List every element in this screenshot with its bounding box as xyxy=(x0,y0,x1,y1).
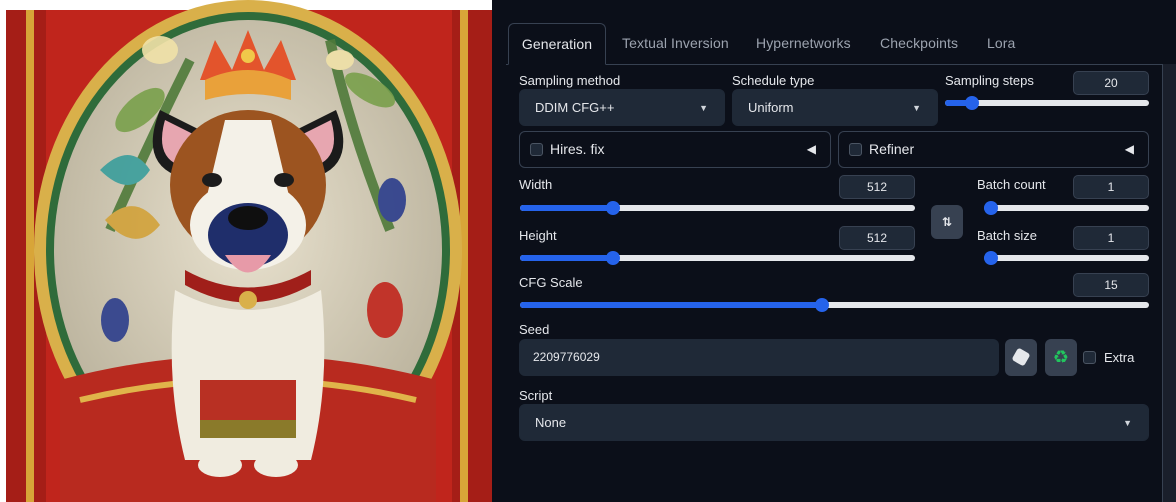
swap-vertical-icon: ⇅ xyxy=(941,215,953,229)
batch-size-label: Batch size xyxy=(977,228,1037,243)
extra-label: Extra xyxy=(1104,350,1135,365)
bulldog-embroidery-image xyxy=(6,0,492,502)
hires-fix-accordion[interactable]: Hires. fix ◀ xyxy=(519,131,831,168)
batch-count-input[interactable]: 1 xyxy=(1073,175,1149,199)
slider-fill xyxy=(520,205,613,211)
hires-fix-checkbox[interactable] xyxy=(530,143,543,156)
sampling-method-label: Sampling method xyxy=(519,73,621,88)
script-label: Script xyxy=(519,388,553,403)
slider-thumb[interactable] xyxy=(965,96,979,110)
schedule-type-value: Uniform xyxy=(748,100,794,115)
recycle-icon: ♻ xyxy=(1052,347,1070,367)
reuse-seed-button[interactable]: ♻ xyxy=(1045,339,1077,376)
cfg-scale-label: CFG Scale xyxy=(519,275,583,290)
schedule-type-select[interactable]: Uniform ▼ xyxy=(732,89,938,126)
height-input[interactable]: 512 xyxy=(839,226,915,250)
dice-icon xyxy=(1011,347,1031,367)
slider-thumb[interactable] xyxy=(815,298,829,312)
sampling-method-select[interactable]: DDIM CFG++ ▼ xyxy=(519,89,725,126)
height-slider[interactable] xyxy=(520,250,915,266)
width-slider[interactable] xyxy=(520,200,915,216)
chevron-down-icon: ▼ xyxy=(912,103,921,113)
swap-dimensions-button[interactable]: ⇅ xyxy=(931,205,963,239)
slider-thumb[interactable] xyxy=(606,251,620,265)
schedule-type-label: Schedule type xyxy=(732,73,815,88)
tab-generation[interactable]: Generation xyxy=(508,23,606,65)
random-seed-button[interactable] xyxy=(1005,339,1037,376)
script-select[interactable]: None ▼ xyxy=(519,404,1149,441)
slider-thumb[interactable] xyxy=(984,201,998,215)
batch-count-slider[interactable] xyxy=(984,200,1149,216)
tab-checkpoints[interactable]: Checkpoints xyxy=(880,35,958,51)
extra-checkbox[interactable] xyxy=(1083,351,1096,364)
slider-thumb[interactable] xyxy=(606,201,620,215)
batch-size-input[interactable]: 1 xyxy=(1073,226,1149,250)
slider-fill xyxy=(520,302,822,308)
refiner-label: Refiner xyxy=(869,141,915,157)
width-label: Width xyxy=(519,177,553,192)
collapse-triangle-icon: ◀ xyxy=(1124,142,1134,156)
batch-count-label: Batch count xyxy=(977,177,1046,192)
width-input[interactable]: 512 xyxy=(839,175,915,199)
seed-label: Seed xyxy=(519,322,550,337)
slider-track xyxy=(984,205,1149,211)
sampling-steps-input[interactable]: 20 xyxy=(1073,71,1149,95)
height-label: Height xyxy=(519,228,557,243)
chevron-down-icon: ▼ xyxy=(1123,418,1132,428)
scrollbar-track[interactable] xyxy=(1162,64,1176,502)
script-value: None xyxy=(535,415,567,430)
batch-size-slider[interactable] xyxy=(984,250,1149,266)
chevron-down-icon: ▼ xyxy=(699,103,708,113)
sampling-method-value: DDIM CFG++ xyxy=(535,100,615,115)
slider-fill xyxy=(520,255,613,261)
tab-lora[interactable]: Lora xyxy=(987,35,1015,51)
tab-textual-inversion[interactable]: Textual Inversion xyxy=(622,35,729,51)
slider-track xyxy=(984,255,1149,261)
collapse-triangle-icon: ◀ xyxy=(806,142,816,156)
seed-input[interactable]: 2209776029 xyxy=(519,339,999,376)
tab-hypernetworks[interactable]: Hypernetworks xyxy=(756,35,851,51)
refiner-accordion[interactable]: Refiner ◀ xyxy=(838,131,1149,168)
sampling-steps-label: Sampling steps xyxy=(945,73,1034,88)
hires-fix-label: Hires. fix xyxy=(550,141,605,157)
tab-divider xyxy=(506,64,1176,65)
slider-thumb[interactable] xyxy=(984,251,998,265)
refiner-checkbox[interactable] xyxy=(849,143,862,156)
generated-image[interactable] xyxy=(0,0,492,502)
sampling-steps-slider[interactable] xyxy=(945,95,1149,111)
cfg-scale-slider[interactable] xyxy=(520,297,1149,313)
cfg-scale-input[interactable]: 15 xyxy=(1073,273,1149,297)
